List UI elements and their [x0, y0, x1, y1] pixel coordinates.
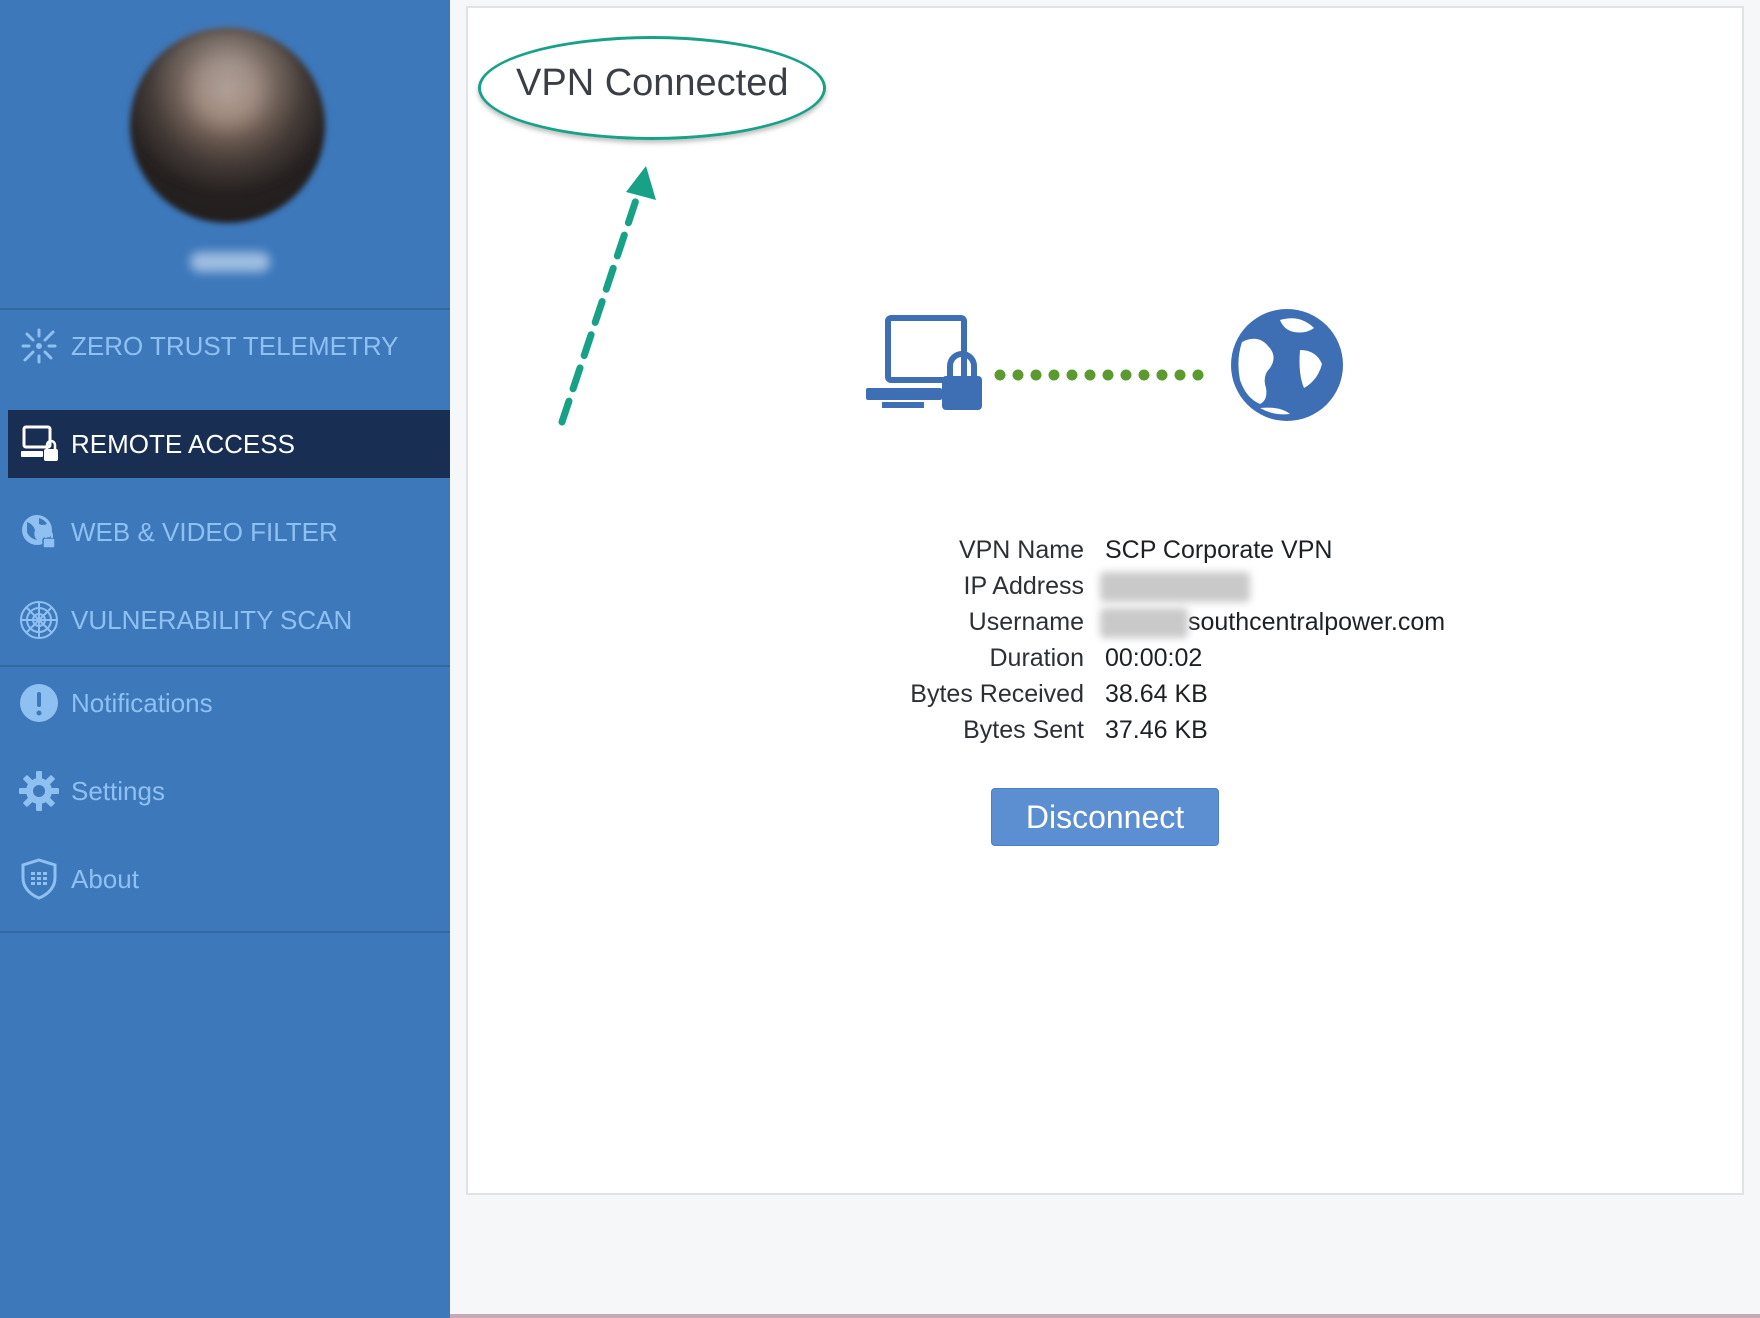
laptop-lock-icon: [866, 315, 982, 410]
detail-value: 37.46 KB: [1105, 716, 1208, 744]
zero-trust-icon: [18, 325, 60, 367]
sidebar-item-label: About: [71, 863, 139, 894]
gear-icon: [18, 770, 60, 812]
connection-dots: [994, 369, 1204, 381]
detail-label: Duration: [989, 644, 1085, 672]
globe-icon: [1231, 309, 1343, 421]
user-profile: [0, 0, 450, 310]
disconnect-button[interactable]: Disconnect: [991, 788, 1219, 846]
sidebar-item-label: REMOTE ACCESS: [71, 428, 295, 459]
vpn-status-title: VPN Connected: [516, 62, 789, 104]
detail-value-redacted: [1100, 572, 1250, 603]
detail-row: Bytes Received 38.64 KB: [0, 680, 1760, 716]
shield-icon: [18, 858, 60, 900]
detail-value: southcentralpower.com: [1100, 608, 1446, 639]
sidebar-item-label: Settings: [71, 775, 165, 806]
avatar-highlight: [132, 30, 322, 220]
detail-value: 38.64 KB: [1105, 680, 1208, 708]
detail-value: 00:00:02: [1105, 644, 1203, 672]
vpn-connection-graphic: [866, 309, 1343, 421]
username-domain: southcentralpower.com: [1188, 608, 1446, 636]
detail-label: Username: [968, 608, 1084, 636]
sidebar-item-about[interactable]: About: [0, 845, 450, 913]
detail-row: VPN Name SCP Corporate VPN: [0, 536, 1760, 572]
detail-row: Duration 00:00:02: [0, 644, 1760, 680]
detail-label: Bytes Received: [910, 680, 1084, 708]
redacted-user-prefix: [1100, 608, 1188, 639]
detail-row: IP Address: [0, 572, 1760, 608]
remote-access-icon: [18, 423, 60, 465]
redacted-username: [190, 252, 270, 272]
detail-row: Username southcentralpower.com: [0, 608, 1760, 644]
detail-label: VPN Name: [958, 536, 1084, 564]
detail-label: IP Address: [963, 572, 1084, 600]
sidebar-item-settings[interactable]: Settings: [0, 757, 450, 825]
sidebar-item-remote-access[interactable]: REMOTE ACCESS: [0, 410, 450, 478]
sidebar-item-zero-trust-telemetry[interactable]: ZERO TRUST TELEMETRY: [0, 312, 450, 380]
window-bottom-edge: [450, 1314, 1760, 1318]
detail-label: Bytes Sent: [963, 716, 1084, 744]
detail-row: Bytes Sent 37.46 KB: [0, 716, 1760, 752]
annotation-arrow-icon: [558, 166, 656, 426]
detail-value: SCP Corporate VPN: [1105, 536, 1333, 564]
sidebar-item-label: ZERO TRUST TELEMETRY: [71, 330, 399, 361]
